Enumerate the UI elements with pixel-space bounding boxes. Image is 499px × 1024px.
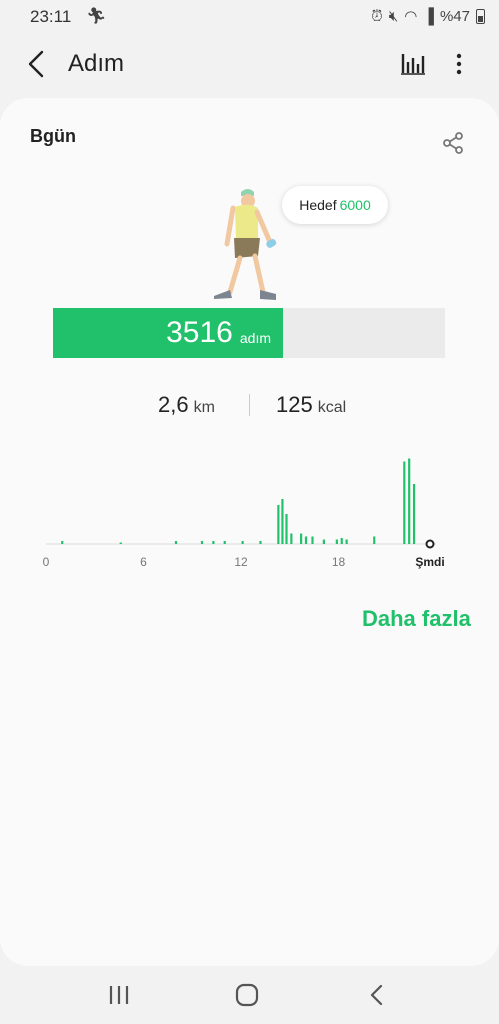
- home-icon[interactable]: [234, 982, 260, 1008]
- battery-percent: %47: [439, 7, 470, 25]
- navigation-bar: [0, 966, 499, 1024]
- more-options-icon[interactable]: [448, 48, 470, 80]
- summary-metrics: 2,6 km 125 kcal: [0, 388, 499, 428]
- goal-badge[interactable]: Hedef 6000: [282, 186, 388, 224]
- mute-icon: 🔇︎: [388, 7, 399, 25]
- battery-icon: [476, 8, 485, 24]
- calories-unit: kcal: [317, 399, 347, 416]
- status-icons: ⏰︎ 🔇︎ ◠ ▐ %47: [371, 7, 485, 25]
- bar-chart-icon[interactable]: [400, 50, 426, 76]
- nav-back-icon[interactable]: [366, 982, 388, 1008]
- share-icon[interactable]: [440, 130, 466, 156]
- x-tick-label: 0: [43, 555, 50, 569]
- alarm-icon: ⏰︎: [371, 7, 383, 25]
- calories-metric: 125 kcal: [276, 392, 346, 418]
- goal-value: 6000: [339, 197, 371, 213]
- signal-icon: ▐: [423, 7, 434, 25]
- date-label: Bgün: [30, 126, 76, 146]
- status-bar: 23:11 🏃︎ ⏰︎ 🔇︎ ◠ ▐ %47: [0, 0, 499, 34]
- calories-value: 125: [276, 392, 313, 417]
- distance-unit: km: [193, 399, 215, 416]
- walking-person-illustration: [214, 189, 277, 300]
- app-bar: Adım: [0, 36, 499, 92]
- distance-value: 2,6: [158, 392, 189, 417]
- steps-value: 3516: [166, 316, 233, 349]
- steps-unit: adım: [239, 330, 271, 346]
- status-time: 23:11: [30, 7, 72, 26]
- metric-divider: [249, 394, 250, 416]
- steps-count: 3516 adım: [53, 308, 283, 358]
- distance-metric: 2,6 km: [158, 392, 215, 418]
- x-tick-label: 6: [140, 555, 147, 569]
- runner-notification-icon: 🏃︎: [86, 8, 107, 25]
- recent-apps-icon[interactable]: [106, 984, 132, 1006]
- wifi-icon: ◠: [404, 8, 418, 25]
- x-tick-label: 18: [332, 555, 346, 569]
- more-button[interactable]: Daha fazla: [362, 606, 471, 632]
- goal-label: Hedef: [299, 197, 337, 213]
- hourly-steps-chart: 0 6 12 18 Şmdi: [43, 458, 445, 569]
- current-time-marker: [425, 539, 435, 549]
- x-tick-label: 12: [234, 555, 248, 569]
- page-title: Adım: [68, 50, 125, 77]
- x-tick-label: Şmdi: [415, 555, 444, 569]
- back-arrow-icon[interactable]: [22, 46, 52, 82]
- steps-card: Bgün Hedef 6000 3516 adım 2,6 km 125 kca…: [0, 98, 499, 966]
